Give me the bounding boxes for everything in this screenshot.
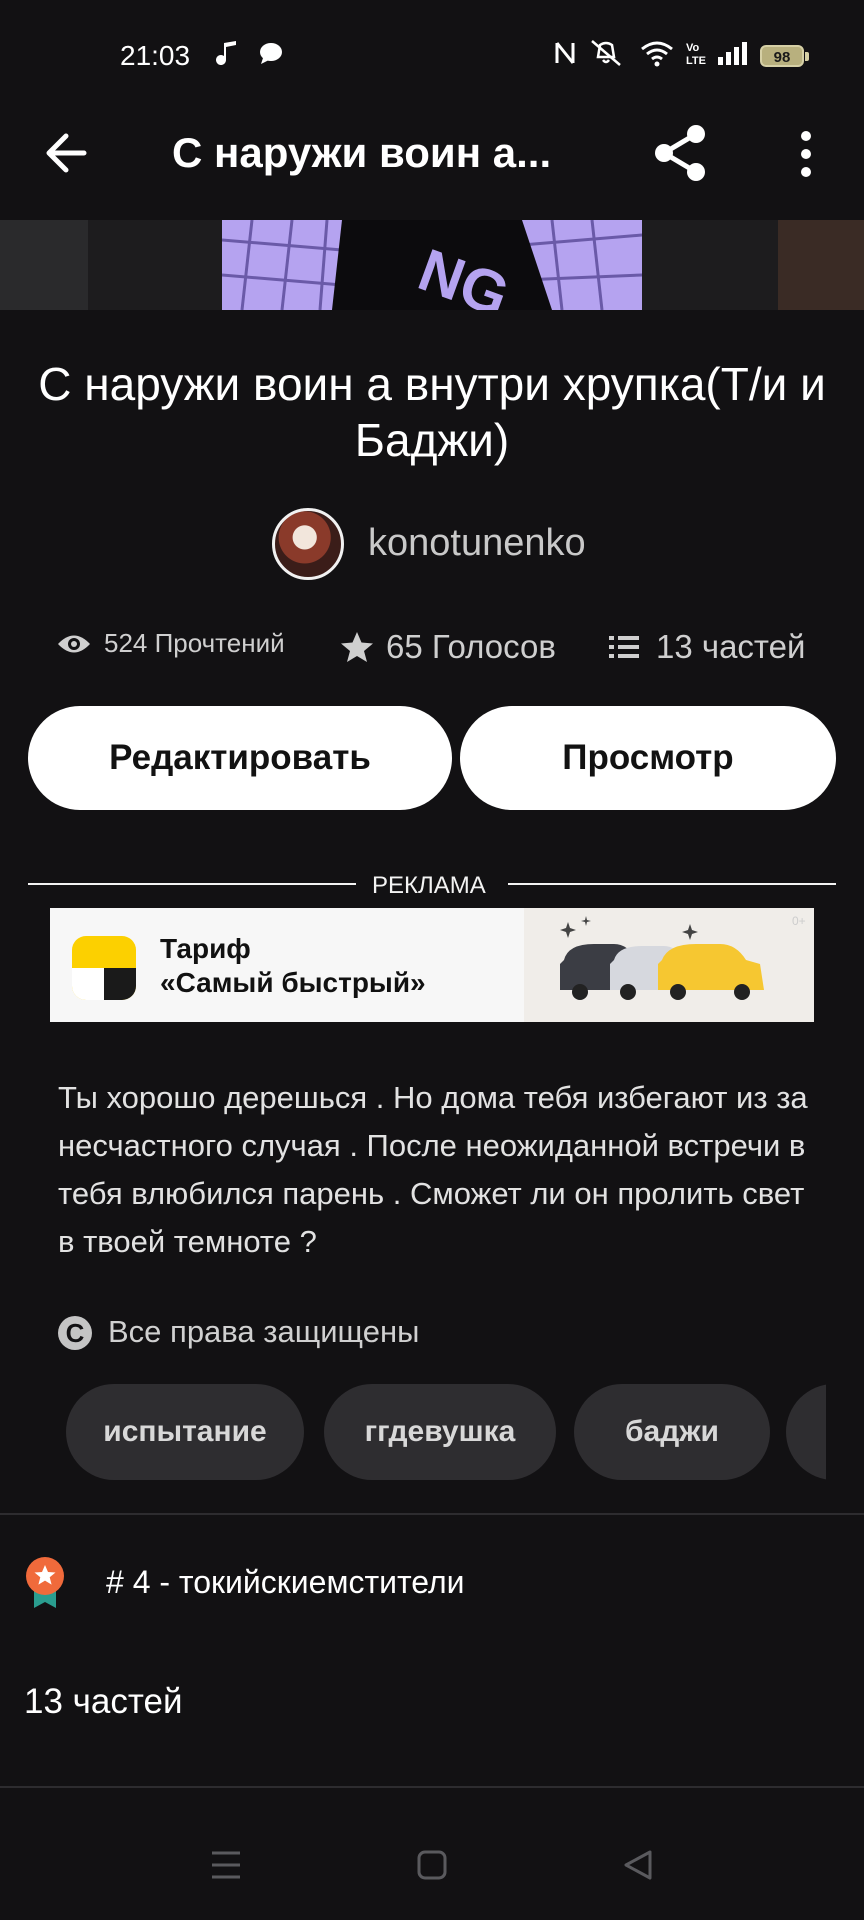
preview-button[interactable]: Просмотр [460, 706, 836, 810]
reads-stat: 524 Прочтений [56, 628, 285, 659]
ad-line1: Тариф [160, 933, 251, 964]
story-title: С наружи воин а внутри хрупка(Т/и и Бадж… [38, 358, 826, 466]
battery-indicator: 98 [760, 45, 804, 67]
cover-art-icon: NG [222, 220, 642, 310]
appbar-title: С наружи воин а... [172, 129, 552, 176]
battery-tip [805, 52, 809, 61]
cover-prev[interactable] [0, 220, 88, 310]
volte-icon: Vo LTE [684, 38, 706, 68]
copyright-icon: C [58, 1316, 92, 1350]
ad-label: РЕКЛАМА [372, 872, 486, 899]
nav-divider [0, 1786, 864, 1788]
ad-divider-right [508, 883, 836, 885]
section-divider [0, 1513, 864, 1515]
author-avatar[interactable] [272, 508, 344, 580]
cover-next[interactable] [778, 220, 864, 310]
svg-text:Vo: Vo [686, 42, 700, 54]
parts-count-stat: 13 частей [656, 628, 806, 665]
ad-age-rating: 0+ [792, 914, 806, 928]
status-time: 21:03 [120, 40, 191, 71]
rank-badge-icon [24, 1556, 66, 1610]
tag-chip[interactable]: ггдевушка [324, 1384, 556, 1480]
yandex-go-logo-icon [72, 936, 136, 1000]
back-arrow-icon [46, 133, 87, 173]
home-square-icon[interactable] [416, 1848, 448, 1887]
tag-chip[interactable]: баджи [574, 1384, 770, 1480]
votes-stat: 65 Голосов [340, 628, 556, 666]
list-icon [609, 636, 639, 658]
more-options-button[interactable] [788, 124, 824, 184]
music-note-icon [216, 38, 238, 68]
reads-count: 524 Прочтений [104, 628, 285, 658]
author-name[interactable]: konotunenko [368, 522, 586, 565]
wifi-icon [640, 38, 674, 68]
star-icon [341, 632, 373, 662]
ranking-text[interactable]: # 4 - токийскиемстители [106, 1564, 465, 1601]
share-icon [655, 125, 705, 181]
back-button[interactable] [40, 126, 94, 180]
cars-icon [560, 916, 764, 1000]
mute-icon [588, 38, 624, 68]
story-description: Ты хорошо дерешься . Но дома тебя избега… [58, 1080, 808, 1259]
tag-chip[interactable]: испытание [66, 1384, 304, 1480]
menu-icon[interactable] [210, 1848, 242, 1887]
ad-line2: «Самый быстрый» [160, 967, 426, 998]
svg-text:LTE: LTE [686, 55, 706, 67]
eye-icon [58, 635, 90, 652]
signal-icon [716, 38, 750, 68]
chat-bubble-icon [258, 38, 284, 68]
ad-banner[interactable]: Тариф «Самый быстрый» 0+ [50, 908, 814, 1022]
tag-chip-partial[interactable] [786, 1384, 826, 1480]
ad-text: Тариф «Самый быстрый» [160, 932, 426, 1000]
parts-stat: 13 частей [608, 628, 805, 666]
ad-divider-left [28, 883, 356, 885]
share-button[interactable] [650, 122, 712, 184]
edit-button[interactable]: Редактировать [28, 706, 452, 810]
tags-row[interactable]: испытание ггдевушка баджи [66, 1384, 826, 1480]
parts-heading[interactable]: 13 частей [24, 1682, 183, 1722]
cover-carousel[interactable]: NG [0, 220, 864, 310]
back-triangle-icon[interactable] [622, 1848, 654, 1887]
copyright-text: Все права защищены [108, 1314, 420, 1349]
nfc-icon [554, 38, 576, 68]
more-vert-icon [801, 131, 811, 177]
cover-image[interactable]: NG [222, 220, 642, 310]
votes-count: 65 Голосов [386, 628, 556, 665]
ad-image-area [524, 908, 814, 1022]
